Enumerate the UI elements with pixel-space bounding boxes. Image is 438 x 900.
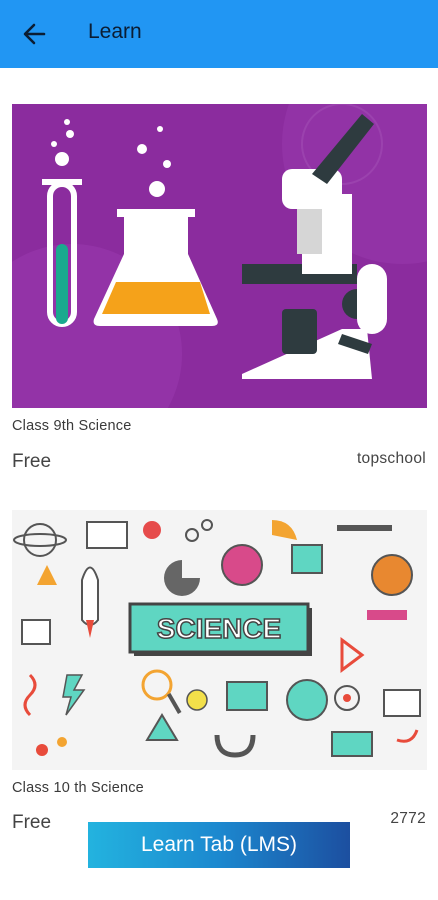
course-provider: topschool <box>356 450 426 467</box>
course-price: Free <box>12 451 52 472</box>
course-title[interactable]: Class 10 th Science <box>12 780 144 796</box>
learn-tab-lms-button[interactable]: Learn Tab (LMS) <box>88 822 350 868</box>
back-button[interactable] <box>20 20 50 48</box>
image-science-text: SCIENCE <box>157 613 281 644</box>
page-title: Learn <box>88 20 142 43</box>
arrow-left-icon <box>23 23 46 45</box>
course-thumbnail[interactable]: SCIENCE <box>12 510 427 770</box>
course-price: Free <box>12 812 52 833</box>
course-provider: 2772 <box>390 810 426 827</box>
science-doodle-illustration: SCIENCE <box>12 510 427 770</box>
lab-equipment-illustration <box>12 104 427 408</box>
app-bar: Learn <box>0 0 438 68</box>
course-title[interactable]: Class 9th Science <box>12 418 131 434</box>
course-thumbnail[interactable] <box>12 104 427 408</box>
